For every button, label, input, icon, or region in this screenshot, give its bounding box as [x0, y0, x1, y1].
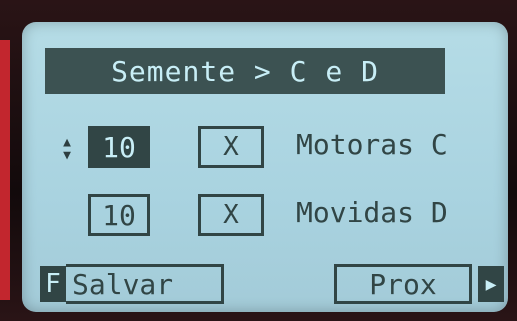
value-field-motoras[interactable]: 10	[88, 126, 150, 168]
title-bar: Semente > C e D	[45, 48, 445, 94]
checkbox-motoras[interactable]: X	[198, 126, 264, 168]
label-motoras: Motoras C	[296, 128, 448, 161]
value-field-movidas[interactable]: 10	[88, 194, 150, 236]
device-red-edge	[0, 40, 10, 300]
next-button[interactable]: Prox	[334, 264, 472, 304]
down-arrow-icon: ▼	[63, 148, 71, 163]
up-down-icon: ▲ ▼	[56, 134, 78, 164]
page-title: Semente > C e D	[111, 54, 379, 88]
save-button[interactable]: Salvar	[66, 264, 224, 304]
arrow-right-icon[interactable]: ▶	[478, 266, 504, 302]
label-movidas: Movidas D	[296, 196, 448, 229]
function-key-indicator: F	[40, 266, 66, 302]
checkbox-movidas[interactable]: X	[198, 194, 264, 236]
